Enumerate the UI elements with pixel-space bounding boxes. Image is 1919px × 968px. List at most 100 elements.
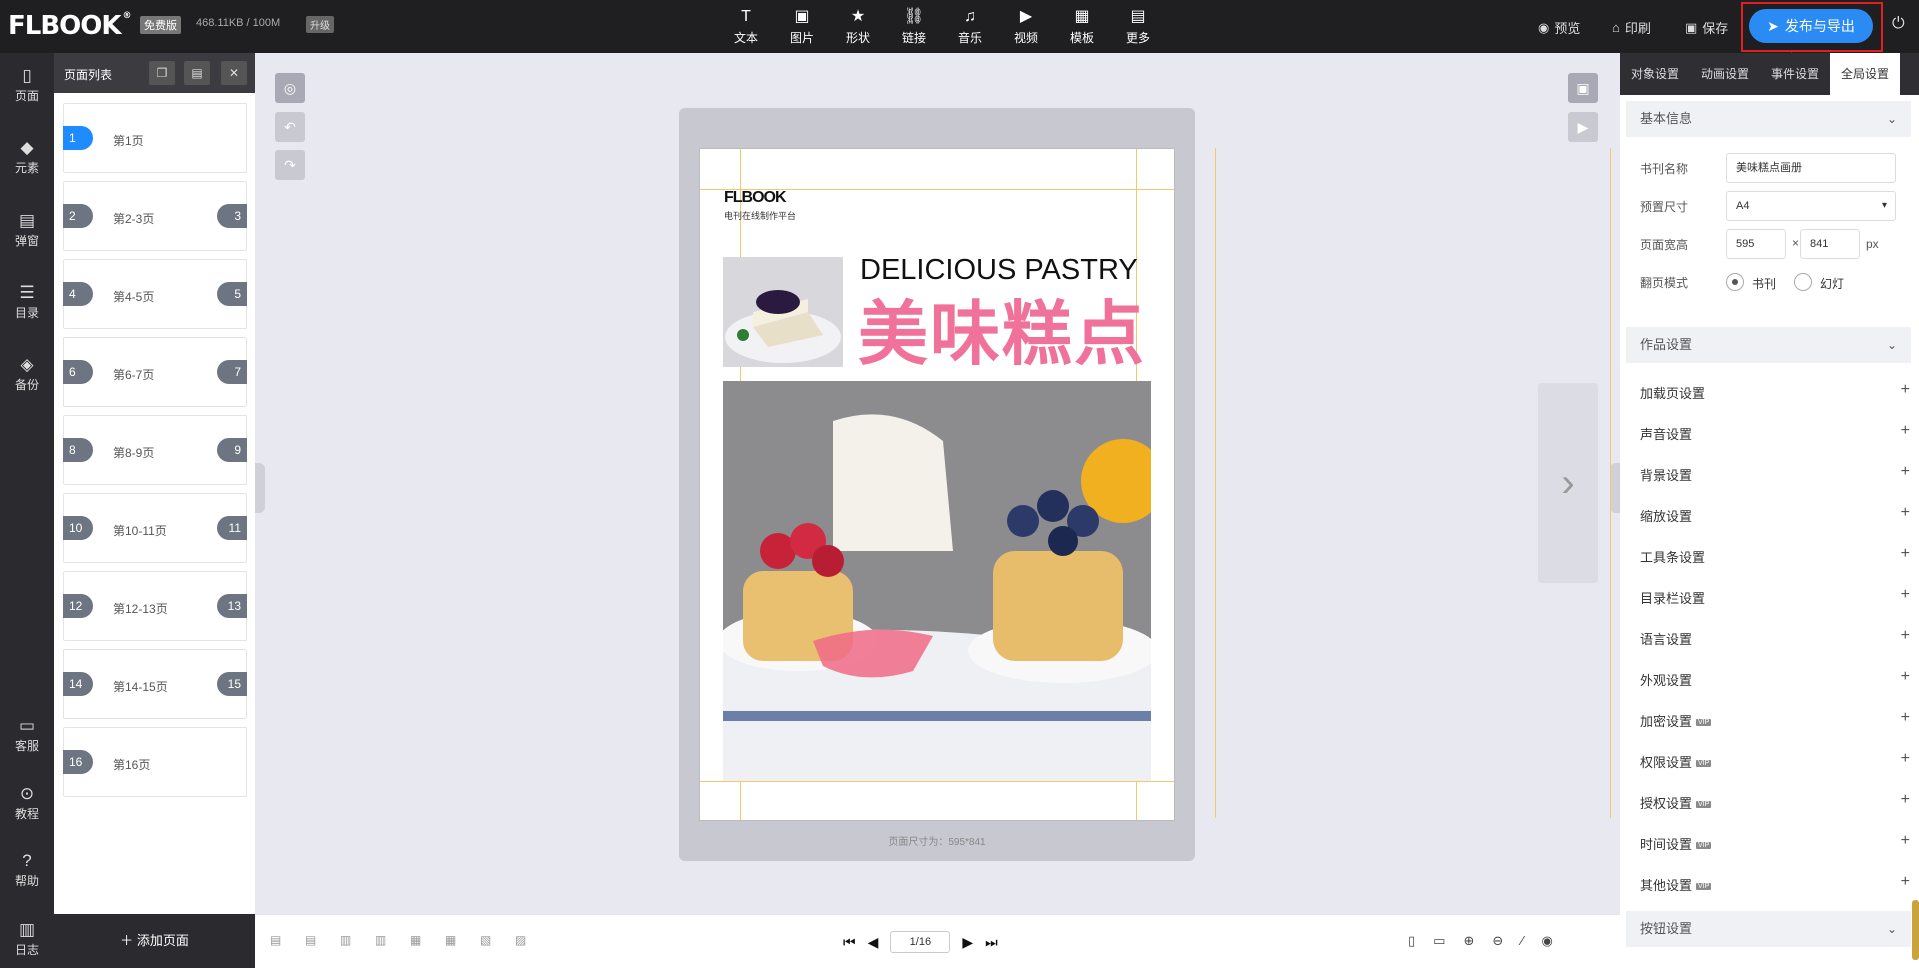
- collapse-left-handle[interactable]: [255, 463, 265, 513]
- settings-item[interactable]: 时间设置 VIP +: [1640, 832, 1910, 853]
- page-thumbnail[interactable]: 1 第1页: [63, 103, 247, 173]
- cake-image[interactable]: [723, 257, 843, 367]
- sidebar-item-tutorial[interactable]: ⊙ 教程: [0, 783, 54, 822]
- layer-icon[interactable]: ◎: [275, 73, 305, 103]
- guide-toggle-icon[interactable]: ⁄: [1521, 933, 1523, 949]
- add-page-button[interactable]: ＋ 添加页面: [54, 914, 255, 968]
- undo-icon[interactable]: ↶: [275, 112, 305, 142]
- align-middle-icon[interactable]: ▦: [445, 933, 456, 947]
- preset-size-select[interactable]: A4 ▾: [1726, 191, 1896, 221]
- tool-music[interactable]: ♫ 音乐: [942, 7, 998, 46]
- sidebar-item-toc[interactable]: ☰ 目录: [0, 282, 54, 321]
- settings-item[interactable]: 加载页设置 +: [1640, 381, 1910, 402]
- zoom-out-icon[interactable]: ⊖: [1492, 933, 1503, 949]
- page-thumbnail[interactable]: 2 3 第2-3页: [63, 181, 247, 251]
- last-page-icon[interactable]: ⏭: [985, 934, 998, 951]
- settings-item[interactable]: 权限设置 VIP +: [1640, 750, 1910, 771]
- settings-item[interactable]: 授权设置 VIP +: [1640, 791, 1910, 812]
- play-icon[interactable]: ▶: [1568, 112, 1598, 142]
- page-thumbnail[interactable]: 6 7 第6-7页: [63, 337, 247, 407]
- fullscreen-icon[interactable]: ◉: [1541, 933, 1552, 949]
- section-works-settings[interactable]: 作品设置 ⌄: [1626, 327, 1911, 363]
- add-frame-icon[interactable]: ▣: [1568, 73, 1598, 103]
- book-name-input[interactable]: 美味糕点画册: [1726, 153, 1896, 183]
- align-left-icon[interactable]: ▤: [270, 933, 281, 947]
- paper-subtitle[interactable]: 电刊在线制作平台: [724, 209, 796, 222]
- tab-event[interactable]: 事件设置: [1760, 53, 1830, 95]
- distribute-h-icon[interactable]: ▧: [480, 933, 491, 947]
- delete-page-icon[interactable]: ✕: [221, 61, 247, 85]
- settings-item[interactable]: 工具条设置 +: [1640, 545, 1910, 566]
- next-page-arrow[interactable]: ›: [1538, 383, 1598, 583]
- tab-object[interactable]: 对象设置: [1620, 53, 1690, 95]
- sidebar-item-service[interactable]: ▭ 客服: [0, 715, 54, 754]
- double-page-icon[interactable]: ▭: [1433, 933, 1445, 949]
- align-top-icon[interactable]: ▥: [340, 933, 351, 947]
- page-thumbnail[interactable]: 16 第16页: [63, 727, 247, 797]
- align-right-icon[interactable]: ▤: [305, 933, 316, 947]
- tool-image[interactable]: ▣ 图片: [774, 7, 830, 46]
- flip-book-radio[interactable]: [1726, 273, 1744, 291]
- first-page-icon[interactable]: ⏮: [843, 934, 856, 951]
- page-paper[interactable]: FLBOOK 电刊在线制作平台 DELICIOUS PASTRY 美味糕点: [699, 148, 1175, 821]
- paper-logo[interactable]: FLBOOK: [724, 189, 787, 207]
- section-button-settings[interactable]: 按钮设置 ⌄: [1626, 911, 1911, 947]
- upgrade-button[interactable]: 升级: [306, 16, 334, 33]
- save-button[interactable]: ▣ 保存: [1685, 18, 1728, 37]
- app-logo[interactable]: FLBOOK ®: [8, 11, 132, 41]
- flip-book-label: 书刊: [1752, 277, 1777, 291]
- settings-item[interactable]: 目录栏设置 +: [1640, 586, 1910, 607]
- align-bottom-icon[interactable]: ▥: [375, 933, 386, 947]
- section-basic-info[interactable]: 基本信息 ⌄: [1626, 101, 1911, 137]
- distribute-v-icon[interactable]: ▨: [515, 933, 526, 947]
- page-number-input[interactable]: 1/16: [890, 931, 951, 953]
- title-english[interactable]: DELICIOUS PASTRY: [860, 254, 1138, 287]
- page-number-left: 2: [63, 204, 93, 228]
- tab-global[interactable]: 全局设置: [1830, 53, 1900, 95]
- editor-canvas[interactable]: ◎ ↶ ↷ ▣ ▶ FLBOOK 电刊在线制作平台 DELICIOUS PAST…: [255, 53, 1620, 914]
- page-width-input[interactable]: 595: [1726, 229, 1786, 259]
- sidebar-item-page[interactable]: ▯ 页面: [0, 65, 54, 104]
- power-icon[interactable]: ⏻: [1892, 15, 1905, 33]
- title-chinese[interactable]: 美味糕点: [858, 294, 1146, 374]
- settings-item[interactable]: 缩放设置 +: [1640, 504, 1910, 525]
- tool-star[interactable]: ★ 形状: [830, 7, 886, 46]
- single-page-icon[interactable]: ▯: [1408, 933, 1415, 949]
- tool-link[interactable]: ⛓ 链接: [886, 7, 942, 46]
- settings-item[interactable]: 加密设置 VIP +: [1640, 709, 1910, 730]
- sidebar-item-help[interactable]: ? 帮助: [0, 850, 54, 889]
- tool-template[interactable]: ▦ 模板: [1054, 7, 1110, 46]
- sidebar-item-log[interactable]: ▥ 日志: [0, 919, 54, 958]
- redo-icon[interactable]: ↷: [275, 150, 305, 180]
- tab-animation[interactable]: 动画设置: [1690, 53, 1760, 95]
- settings-item[interactable]: 语言设置 +: [1640, 627, 1910, 648]
- sidebar-item-element[interactable]: ◆ 元素: [0, 137, 54, 176]
- page-thumbnail[interactable]: 10 11 第10-11页: [63, 493, 247, 563]
- align-center-icon[interactable]: ▦: [410, 933, 421, 947]
- settings-item[interactable]: 声音设置 +: [1640, 422, 1910, 443]
- copy-page-icon[interactable]: ❐: [149, 61, 175, 85]
- page-thumbnail[interactable]: 4 5 第4-5页: [63, 259, 247, 329]
- page-thumbnail[interactable]: 12 13 第12-13页: [63, 571, 247, 641]
- page-height-input[interactable]: 841: [1800, 229, 1860, 259]
- collapse-right-handle[interactable]: [1610, 463, 1620, 513]
- tool-video[interactable]: ▶ 视频: [998, 7, 1054, 46]
- tool-more[interactable]: ▤ 更多: [1110, 7, 1166, 46]
- page-thumbnail[interactable]: 8 9 第8-9页: [63, 415, 247, 485]
- zoom-in-icon[interactable]: ⊕: [1463, 933, 1474, 949]
- settings-item[interactable]: 外观设置 +: [1640, 668, 1910, 689]
- flip-slide-radio[interactable]: [1794, 273, 1812, 291]
- sidebar-item-popup[interactable]: ▤ 弹窗: [0, 210, 54, 249]
- print-button[interactable]: ⌂ 印刷: [1612, 18, 1651, 37]
- tool-text[interactable]: T 文本: [718, 7, 774, 46]
- prev-page-icon[interactable]: ◀: [868, 934, 879, 951]
- scrollbar[interactable]: [1912, 900, 1919, 960]
- sidebar-item-backup[interactable]: ◈ 备份: [0, 354, 54, 393]
- settings-item[interactable]: 背景设置 +: [1640, 463, 1910, 484]
- settings-item[interactable]: 其他设置 VIP +: [1640, 873, 1910, 894]
- next-page-icon[interactable]: ▶: [962, 934, 973, 951]
- pancake-image[interactable]: [723, 381, 1151, 781]
- duplicate-page-icon[interactable]: ▤: [184, 61, 210, 85]
- page-thumbnail[interactable]: 14 15 第14-15页: [63, 649, 247, 719]
- preview-button[interactable]: ◉ 预览: [1538, 18, 1580, 37]
